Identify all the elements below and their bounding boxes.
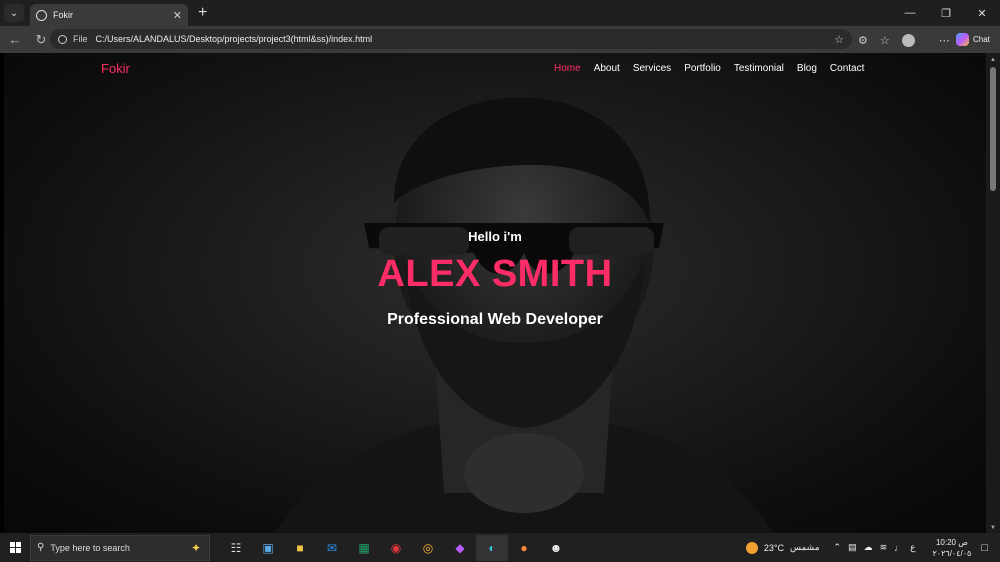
sun-icon	[745, 541, 758, 554]
window-close-icon[interactable]: ✕	[964, 0, 1000, 26]
nav-link-blog[interactable]: Blog	[797, 63, 817, 74]
network-icon[interactable]: ▤	[848, 542, 857, 553]
firefox-icon[interactable]: ●	[508, 535, 540, 561]
nav-link-home[interactable]: Home	[554, 63, 581, 74]
app-red-icon[interactable]: ◉	[380, 535, 412, 561]
sparkle-icon[interactable]: ✦	[191, 541, 201, 555]
hero-name: ALEX SMITH	[377, 253, 613, 295]
browser-toolbar: ← ↻ File C:/Users/ALANDALUS/Desktop/proj…	[0, 26, 1000, 53]
chevron-up-icon[interactable]: ⌃	[834, 542, 842, 553]
nav-link-contact[interactable]: Contact	[830, 63, 864, 74]
info-icon[interactable]	[58, 34, 67, 44]
profile-icon[interactable]	[901, 33, 915, 47]
excel-icon[interactable]: ▦	[348, 535, 380, 561]
windows-icon	[9, 542, 21, 553]
new-tab-button[interactable]: +	[198, 5, 207, 21]
site-logo[interactable]: Fokir	[101, 61, 130, 76]
search-placeholder: Type here to search	[50, 542, 130, 553]
hero-role: Professional Web Developer	[387, 311, 603, 328]
weather-widget[interactable]: 23°C مشمس	[745, 541, 820, 554]
chat-label: Chat	[973, 34, 990, 44]
notification-icon[interactable]: □	[981, 542, 988, 554]
taskbar-search[interactable]: ⚲ Type here to search ✦	[30, 534, 210, 561]
back-icon[interactable]: ←	[4, 32, 26, 47]
weather-text: مشمس	[790, 542, 820, 552]
task-view-icon[interactable]: ☷	[220, 535, 252, 561]
window-controls: — ❐ ✕	[892, 0, 1000, 26]
maximize-icon[interactable]: ❐	[928, 0, 964, 26]
input-language[interactable]: ع	[910, 542, 915, 553]
file-explorer-icon[interactable]: ■	[284, 535, 316, 561]
outlook-icon[interactable]: ✉	[316, 535, 348, 561]
refresh-icon[interactable]: ↻	[30, 32, 52, 48]
search-icon: ⚲	[37, 542, 45, 553]
browser-tab-bar: ⌄ Fokir ✕ + — ❐ ✕	[0, 0, 1000, 26]
taskbar: ⚲ Type here to search ✦ ☷ ▣ ■ ✉ ▦ ◉ ◎ ◆ …	[0, 533, 1000, 562]
nav-link-testimonial[interactable]: Testimonial	[734, 63, 784, 74]
clock-date: ٢٠٢٦/٠٤/٠٥	[932, 548, 972, 558]
site-navbar: Fokir Home About Services Portfolio Test…	[4, 53, 986, 85]
clock[interactable]: 10:20 ص ٢٠٢٦/٠٤/٠٥	[933, 537, 972, 559]
copilot-app-icon[interactable]: ◆	[444, 535, 476, 561]
chat-button[interactable]: Chat	[952, 30, 994, 48]
globe-icon	[36, 9, 47, 21]
volume-icon[interactable]: ♩	[894, 543, 903, 553]
page-scrollbar[interactable]: ▲ ▼	[986, 53, 1000, 533]
extensions-icon[interactable]: ⚙	[858, 34, 868, 47]
edge-icon[interactable]: ◐	[476, 534, 508, 561]
tab-menu-icon[interactable]: ⌄	[4, 4, 24, 22]
scroll-up-icon[interactable]: ▲	[990, 57, 996, 63]
discord-icon[interactable]: ☻	[540, 535, 572, 561]
toolbar-actions: ⚙ ☆ ⋯	[858, 30, 962, 50]
scroll-down-icon[interactable]: ▼	[990, 525, 996, 531]
nav-link-services[interactable]: Services	[633, 63, 671, 74]
copilot-icon	[956, 32, 969, 46]
tray-icons: ⌃ ▤ ☁ ≋ ♩ ع	[834, 542, 923, 553]
file-chip: File	[73, 34, 88, 44]
weather-temp: 23°C	[763, 542, 784, 553]
minimize-icon[interactable]: —	[892, 0, 928, 26]
hero-greeting: Hello i'm	[468, 229, 522, 244]
pinned-apps: ☷ ▣ ■ ✉ ▦ ◉ ◎ ◆ ◐ ● ☻	[220, 534, 572, 561]
browser-tab[interactable]: Fokir ✕	[30, 4, 188, 26]
system-tray: 23°C مشمس ⌃ ▤ ☁ ≋ ♩ ع 10:20 ص ٢٠٢٦/٠٤/٠٥…	[745, 533, 1000, 562]
page-viewport: Fokir Home About Services Portfolio Test…	[4, 53, 986, 533]
nav-link-portfolio[interactable]: Portfolio	[684, 63, 721, 74]
star-icon[interactable]: ☆	[834, 33, 844, 46]
tab-title: Fokir	[53, 10, 73, 20]
cloud-icon[interactable]: ☁	[864, 542, 873, 553]
clock-time: 10:20 ص	[935, 537, 968, 547]
close-icon[interactable]: ✕	[173, 9, 182, 22]
more-icon[interactable]: ⋯	[939, 34, 950, 47]
favorites-icon[interactable]: ☆	[880, 34, 890, 47]
wifi-icon[interactable]: ≋	[880, 542, 888, 553]
scrollbar-thumb[interactable]	[990, 67, 996, 191]
photos-icon[interactable]: ▣	[252, 535, 284, 561]
site-menu: Home About Services Portfolio Testimonia…	[554, 63, 877, 74]
start-button[interactable]	[0, 542, 30, 553]
nav-link-about[interactable]: About	[594, 63, 620, 74]
chrome-icon[interactable]: ◎	[412, 535, 444, 561]
address-bar[interactable]: File C:/Users/ALANDALUS/Desktop/projects…	[50, 29, 852, 49]
url-text[interactable]: C:/Users/ALANDALUS/Desktop/projects/proj…	[96, 34, 373, 44]
